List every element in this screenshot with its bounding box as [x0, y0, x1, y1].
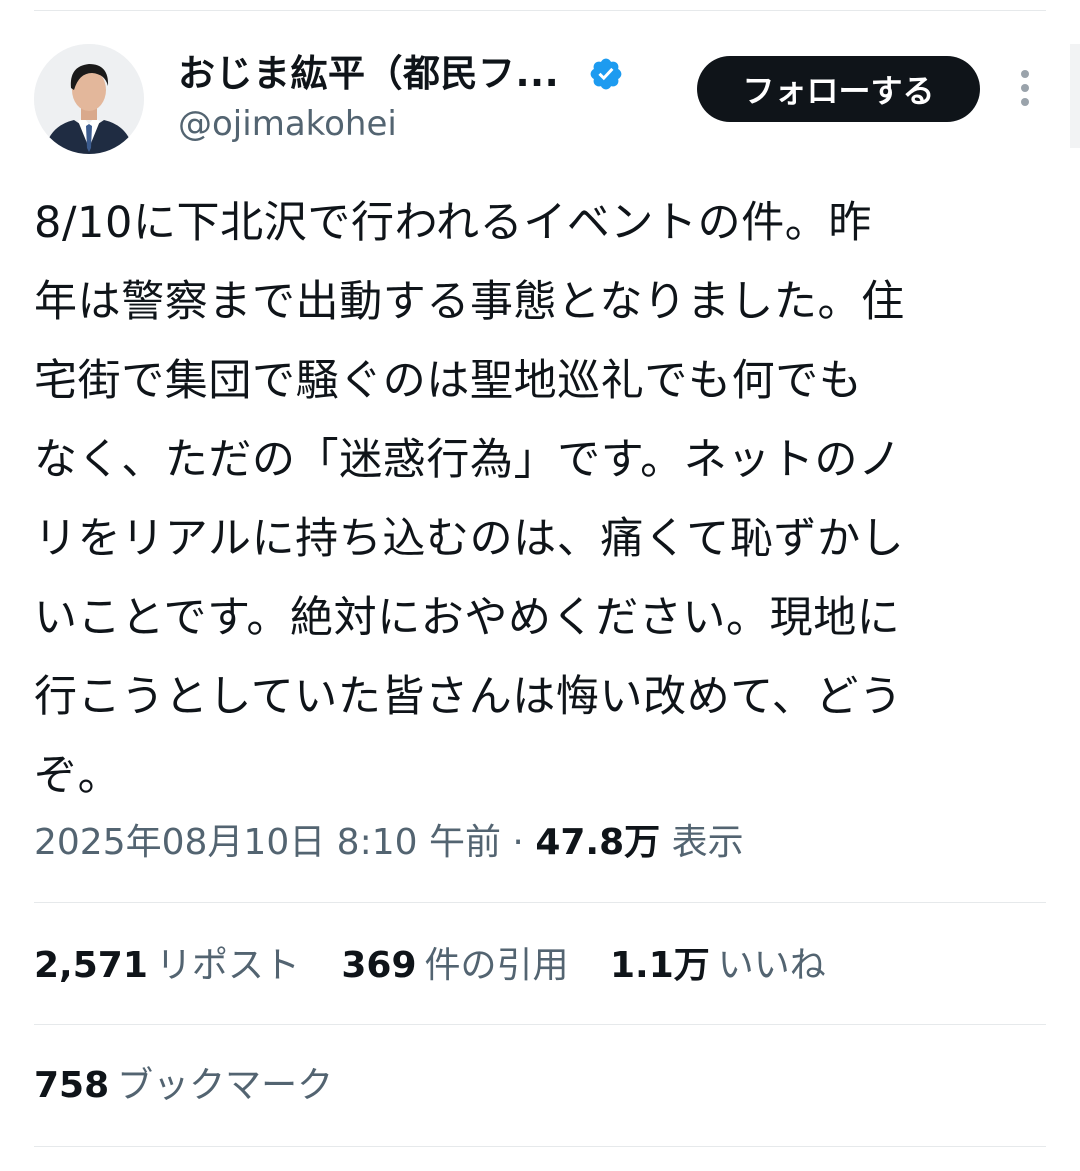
reposts-stat[interactable]: 2,571 リポスト	[34, 938, 300, 994]
avatar[interactable]	[34, 44, 144, 154]
tweet-line: ぞ。	[34, 751, 122, 801]
views-label: 表示	[671, 822, 744, 863]
views-count: 47.8万	[535, 822, 661, 863]
tweet-meta: 2025年08月10日 8:10 午前 · 47.8万 表示	[34, 815, 744, 871]
tweet-line: 宅街で集団で騒ぐのは聖地巡礼でも何でも	[34, 356, 863, 406]
tweet-line: 8/10に下北沢で行われるイベントの件。昨	[34, 198, 873, 248]
tweet-text: 8/10に下北沢で行われるイベントの件。昨 年は警察まで出動する事態となりました。…	[34, 184, 1046, 816]
quotes-count: 369	[341, 945, 417, 986]
author-name[interactable]: おじま紘平（都民フ...	[178, 48, 559, 100]
tweet-line: リをリアルに持ち込むのは、痛くて恥ずかし	[34, 514, 905, 564]
top-divider	[34, 10, 1046, 11]
adjacent-card-edge	[1070, 44, 1080, 148]
tweet-line: 年は警察まで出動する事態となりました。住	[34, 277, 905, 327]
divider	[34, 1146, 1046, 1147]
bookmarks-count: 758	[34, 1065, 110, 1106]
quotes-stat[interactable]: 369 件の引用	[341, 938, 568, 994]
tweet-line: 行こうとしていた皆さんは悔い改めて、どう	[34, 672, 903, 722]
reposts-label: リポスト	[155, 945, 300, 986]
bookmarks-stat[interactable]: 758 ブックマーク	[34, 1058, 363, 1114]
bookmarks-stat-inner[interactable]: 758 ブックマーク	[34, 1058, 333, 1114]
timestamp[interactable]: 2025年08月10日 8:10 午前	[34, 822, 501, 863]
reposts-count: 2,571	[34, 945, 148, 986]
engagement-stats: 2,571 リポスト 369 件の引用 1.1万 いいね	[34, 938, 856, 994]
author-handle[interactable]: @ojimakohei	[178, 101, 397, 147]
meta-separator: ·	[500, 822, 536, 863]
likes-label: いいね	[717, 945, 826, 986]
verified-badge-icon	[590, 58, 622, 90]
avatar-portrait	[34, 44, 144, 154]
bookmarks-label: ブックマーク	[117, 1065, 334, 1106]
divider	[34, 1024, 1046, 1025]
follow-button[interactable]: フォローする	[697, 56, 980, 122]
quotes-label: 件の引用	[424, 945, 569, 986]
tweet-line: なく、ただの「迷惑行為」です。ネットのノ	[34, 435, 902, 485]
likes-count: 1.1万	[609, 945, 710, 986]
divider	[34, 902, 1046, 903]
tweet-line: いことです。絶対におやめください。現地に	[34, 593, 901, 643]
more-options-icon[interactable]	[1008, 70, 1042, 108]
likes-stat[interactable]: 1.1万 いいね	[610, 938, 826, 994]
